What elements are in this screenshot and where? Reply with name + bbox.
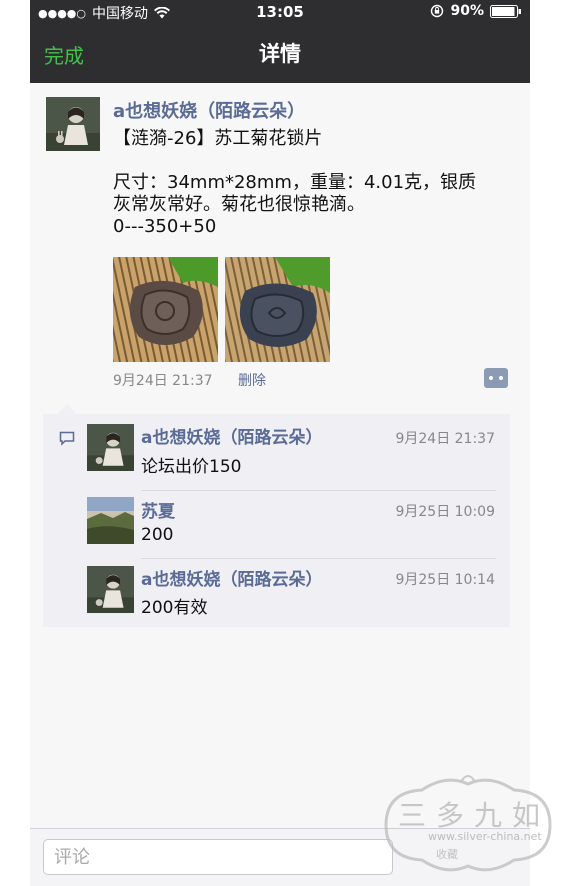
watermark-brand: 三多九如 bbox=[398, 799, 551, 832]
comment-text: 论坛出价150 bbox=[141, 457, 242, 477]
comment-text: 200 bbox=[141, 525, 174, 545]
post-line: 尺寸：34mm*28mm，重量：4.01克，银质 bbox=[113, 172, 477, 193]
comment-author[interactable]: a也想妖娆（陌路云朵） bbox=[141, 423, 322, 448]
comment-input[interactable]: 评论 bbox=[43, 839, 393, 875]
rotation-lock-icon bbox=[431, 4, 444, 18]
comment-divider bbox=[141, 558, 496, 559]
comments-caret bbox=[58, 404, 76, 414]
watermark-sub: 收藏 bbox=[436, 848, 458, 861]
comment-icon bbox=[59, 431, 75, 446]
post-photo-1[interactable] bbox=[113, 257, 218, 362]
screen: ●●●●○ 中国移动 13:05 90% 完成 详情 a也想妖娆（陌路云朵） 【… bbox=[30, 0, 530, 886]
comment-text: 200有效 bbox=[141, 598, 208, 618]
post-photo-2[interactable] bbox=[225, 257, 330, 362]
delete-button[interactable]: 删除 bbox=[238, 370, 266, 390]
post-author[interactable]: a也想妖娆（陌路云朵） bbox=[113, 97, 305, 123]
watermark-url: www.silver-china.net bbox=[428, 830, 542, 843]
post-line: 0---350+50 bbox=[113, 216, 217, 237]
nav-bar: 完成 详情 bbox=[30, 24, 530, 83]
battery-percent: 90% bbox=[450, 3, 484, 19]
avatar-image bbox=[87, 497, 134, 544]
comment-timestamp: 9月25日 10:09 bbox=[395, 504, 495, 520]
comment-avatar[interactable] bbox=[87, 497, 134, 544]
comment-timestamp: 9月25日 10:14 bbox=[395, 572, 495, 588]
post-line bbox=[113, 150, 513, 172]
status-right: 90% bbox=[430, 3, 522, 19]
avatar-image bbox=[46, 97, 100, 151]
post-line: 【涟漪-26】苏工菊花锁片 bbox=[113, 128, 323, 149]
page-title: 详情 bbox=[259, 42, 301, 66]
post-content: 【涟漪-26】苏工菊花锁片 尺寸：34mm*28mm，重量：4.01克，银质 灰… bbox=[113, 128, 513, 238]
comment-timestamp: 9月24日 21:37 bbox=[395, 431, 495, 447]
lock-pendant-photo bbox=[225, 257, 330, 362]
status-bar: ●●●●○ 中国移动 13:05 90% bbox=[30, 0, 530, 24]
post-line: 灰常灰常好。菊花也很惊艳滴。 bbox=[113, 194, 365, 215]
post-timestamp: 9月24日 21:37 bbox=[113, 373, 213, 389]
more-options-icon[interactable] bbox=[484, 368, 508, 388]
battery-icon bbox=[490, 4, 521, 18]
avatar-image bbox=[87, 566, 134, 613]
comment-author[interactable]: a也想妖娆（陌路云朵） bbox=[141, 565, 322, 590]
lock-pendant-photo bbox=[113, 257, 218, 362]
watermark-logo: 三多九如 www.silver-china.net 收藏 bbox=[376, 770, 561, 880]
comment-author[interactable]: 苏夏 bbox=[141, 497, 175, 522]
post-avatar[interactable] bbox=[46, 97, 100, 151]
comment-avatar[interactable] bbox=[87, 424, 134, 471]
comment-avatar[interactable] bbox=[87, 566, 134, 613]
avatar-image bbox=[87, 424, 134, 471]
comment-divider bbox=[141, 490, 496, 491]
